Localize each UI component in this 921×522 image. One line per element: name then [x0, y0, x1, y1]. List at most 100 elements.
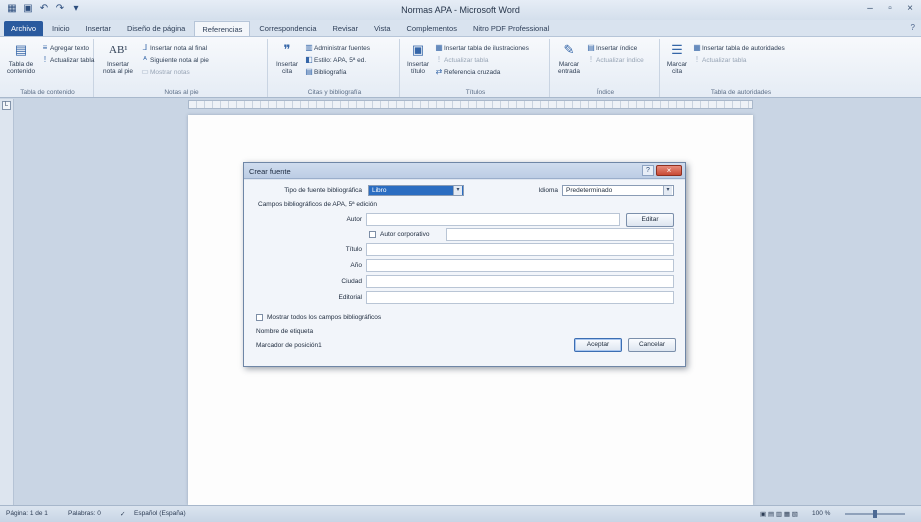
- tab-references[interactable]: Referencias: [194, 21, 251, 36]
- cross-reference-icon: ⇄: [435, 67, 443, 76]
- source-type-label: Tipo de fuente bibliográfica: [284, 187, 362, 194]
- tab-mailings[interactable]: Correspondencia: [252, 21, 323, 36]
- group-label-citations: Citas y bibliografía: [307, 89, 362, 96]
- source-type-value: Libro: [372, 187, 387, 194]
- group-captions: ▣ Insertar título ▦Insertar tabla de ilu…: [402, 39, 550, 97]
- tab-selector[interactable]: L: [2, 101, 11, 110]
- edit-author-button[interactable]: Editar: [626, 213, 674, 227]
- title-bar: ▦ ▣ ↶ ↷ ▾ Normas APA - Microsoft Word – …: [0, 0, 921, 20]
- tag-name-label: Nombre de etiqueta: [256, 328, 314, 335]
- show-all-fields-label: Mostrar todos los campos bibliográficos: [267, 314, 382, 321]
- show-all-fields-checkbox[interactable]: [256, 314, 263, 321]
- dialog-title-bar[interactable]: Crear fuente ? ×: [244, 163, 685, 179]
- ok-button[interactable]: Aceptar: [574, 338, 622, 352]
- update-index-button[interactable]: ! Actualizar índice: [586, 54, 644, 65]
- cancel-button[interactable]: Cancelar: [628, 338, 676, 352]
- tab-review[interactable]: Revisar: [326, 21, 365, 36]
- language-select[interactable]: Predeterminado ▾: [562, 185, 674, 196]
- minimize-button[interactable]: –: [863, 3, 877, 15]
- dialog-help-button[interactable]: ?: [642, 165, 654, 176]
- author-field[interactable]: [366, 213, 620, 226]
- manage-sources-button[interactable]: ▥Administrar fuentes: [304, 42, 370, 53]
- bibliography-button[interactable]: ▤Bibliografía: [304, 66, 346, 77]
- ribbon: ▤ Tabla de contenido ≡ Agregar texto ! Act…: [0, 36, 921, 98]
- publisher-field[interactable]: [366, 291, 674, 304]
- zoom-level[interactable]: 100 %: [812, 510, 830, 517]
- dialog-body: Tipo de fuente bibliográfica Libro ▾ Idi…: [244, 180, 685, 366]
- refresh-icon: !: [589, 55, 593, 64]
- city-field[interactable]: [366, 275, 674, 288]
- manage-sources-icon: ▥: [305, 43, 313, 52]
- style-icon: ◧: [305, 55, 313, 64]
- close-window-button[interactable]: ×: [903, 3, 917, 15]
- toc-button[interactable]: ▤ Tabla de contenido: [4, 41, 38, 75]
- fields-heading: Campos bibliográficos de APA, 5ª edición: [258, 201, 377, 208]
- window-title: Normas APA - Microsoft Word: [401, 5, 520, 15]
- window-controls: – ▫ ×: [863, 3, 917, 15]
- group-label-index: Índice: [596, 89, 615, 96]
- update-authorities-button[interactable]: ! Actualizar tabla: [692, 54, 747, 65]
- word-count[interactable]: Palabras: 0: [68, 510, 101, 517]
- group-label-toc: Tabla de contenido: [20, 89, 75, 96]
- chevron-down-icon: ▾: [663, 186, 672, 195]
- source-type-select[interactable]: Libro ▾: [368, 185, 464, 196]
- view-buttons[interactable]: ▣ ▤ ▥ ▦ ▧: [760, 510, 798, 518]
- insert-index-button[interactable]: ▤Insertar índice: [586, 42, 637, 53]
- status-bar: Página: 1 de 1 Palabras: 0 ✓ Español (Es…: [0, 505, 921, 522]
- corporate-author-field[interactable]: [446, 228, 674, 241]
- page-count[interactable]: Página: 1 de 1: [6, 510, 48, 517]
- spellcheck-icon[interactable]: ✓: [120, 510, 125, 518]
- corporate-author-checkbox[interactable]: [369, 231, 376, 238]
- tab-addins[interactable]: Complementos: [400, 21, 464, 36]
- maximize-button[interactable]: ▫: [883, 3, 897, 15]
- show-notes-button[interactable]: ▭Mostrar notas: [140, 66, 190, 77]
- tab-file[interactable]: Archivo: [4, 21, 44, 36]
- insert-table-of-authorities-button[interactable]: ▦Insertar tabla de autoridades: [692, 42, 785, 53]
- city-label: Ciudad: [341, 278, 362, 285]
- update-toc-button[interactable]: ! Actualizar tabla: [40, 54, 95, 65]
- insert-footnote-button[interactable]: AB¹ Insertar nota al pie: [100, 41, 136, 75]
- corporate-author-label: Autor corporativo: [380, 231, 430, 238]
- insert-endnote-button[interactable]: ⅃ Insertar nota al final: [140, 42, 207, 53]
- authorities-icon: ▦: [693, 43, 701, 52]
- year-field[interactable]: [366, 259, 674, 272]
- cross-reference-button[interactable]: ⇄ Referencia cruzada: [434, 66, 501, 77]
- insert-caption-button[interactable]: ▣ Insertar título: [404, 41, 432, 75]
- table-of-figures-icon: ▦: [435, 43, 443, 52]
- tag-name-value: Marcador de posición1: [256, 342, 322, 349]
- next-footnote-button[interactable]: ᴬ Siguiente nota al pie: [140, 54, 209, 65]
- bibliography-icon: ▤: [305, 67, 313, 76]
- language-status[interactable]: Español (España): [134, 510, 186, 517]
- group-label-footnotes: Notas al pie: [164, 89, 199, 96]
- update-figures-table-button[interactable]: ! Actualizar tabla: [434, 54, 489, 65]
- zoom-slider-thumb[interactable]: [873, 510, 877, 518]
- tab-view[interactable]: Vista: [367, 21, 398, 36]
- language-value: Predeterminado: [566, 187, 613, 194]
- group-label-captions: Títulos: [465, 89, 486, 96]
- group-footnotes: AB¹ Insertar nota al pie ⅃ Insertar nota …: [96, 39, 268, 97]
- publisher-label: Editorial: [338, 294, 362, 301]
- mark-citation-button[interactable]: ☰ Marcar cita: [664, 41, 690, 75]
- horizontal-ruler[interactable]: [188, 100, 753, 109]
- style-selector[interactable]: ◧Estilo: APA, 5ª ed.: [304, 54, 366, 65]
- insert-table-of-figures-button[interactable]: ▦Insertar tabla de ilustraciones: [434, 42, 529, 53]
- group-authorities: ☰ Marcar cita ▦Insertar tabla de autorid…: [662, 39, 820, 97]
- insert-citation-button[interactable]: ❞ Insertar cita: [272, 41, 302, 75]
- add-text-button[interactable]: ≡ Agregar texto: [40, 42, 89, 53]
- next-footnote-icon: ᴬ: [143, 55, 147, 64]
- tab-nitro-pdf[interactable]: Nitro PDF Professional: [466, 21, 556, 36]
- mark-entry-button[interactable]: ✎ Marcar entrada: [554, 41, 584, 75]
- citation-icon: ❞: [283, 42, 291, 57]
- dialog-title: Crear fuente: [249, 167, 291, 176]
- show-notes-icon: ▭: [141, 67, 149, 76]
- tab-home[interactable]: Inicio: [45, 21, 77, 36]
- help-icon[interactable]: ?: [911, 23, 915, 32]
- refresh-icon: !: [43, 55, 47, 64]
- tab-page-layout[interactable]: Diseño de página: [120, 21, 192, 36]
- author-label: Autor: [346, 216, 362, 223]
- tab-insert[interactable]: Insertar: [79, 21, 118, 36]
- group-toc: ▤ Tabla de contenido ≡ Agregar texto ! Act…: [2, 39, 94, 97]
- title-field[interactable]: [366, 243, 674, 256]
- dialog-close-button[interactable]: ×: [656, 165, 682, 176]
- language-label: Idioma: [538, 187, 558, 194]
